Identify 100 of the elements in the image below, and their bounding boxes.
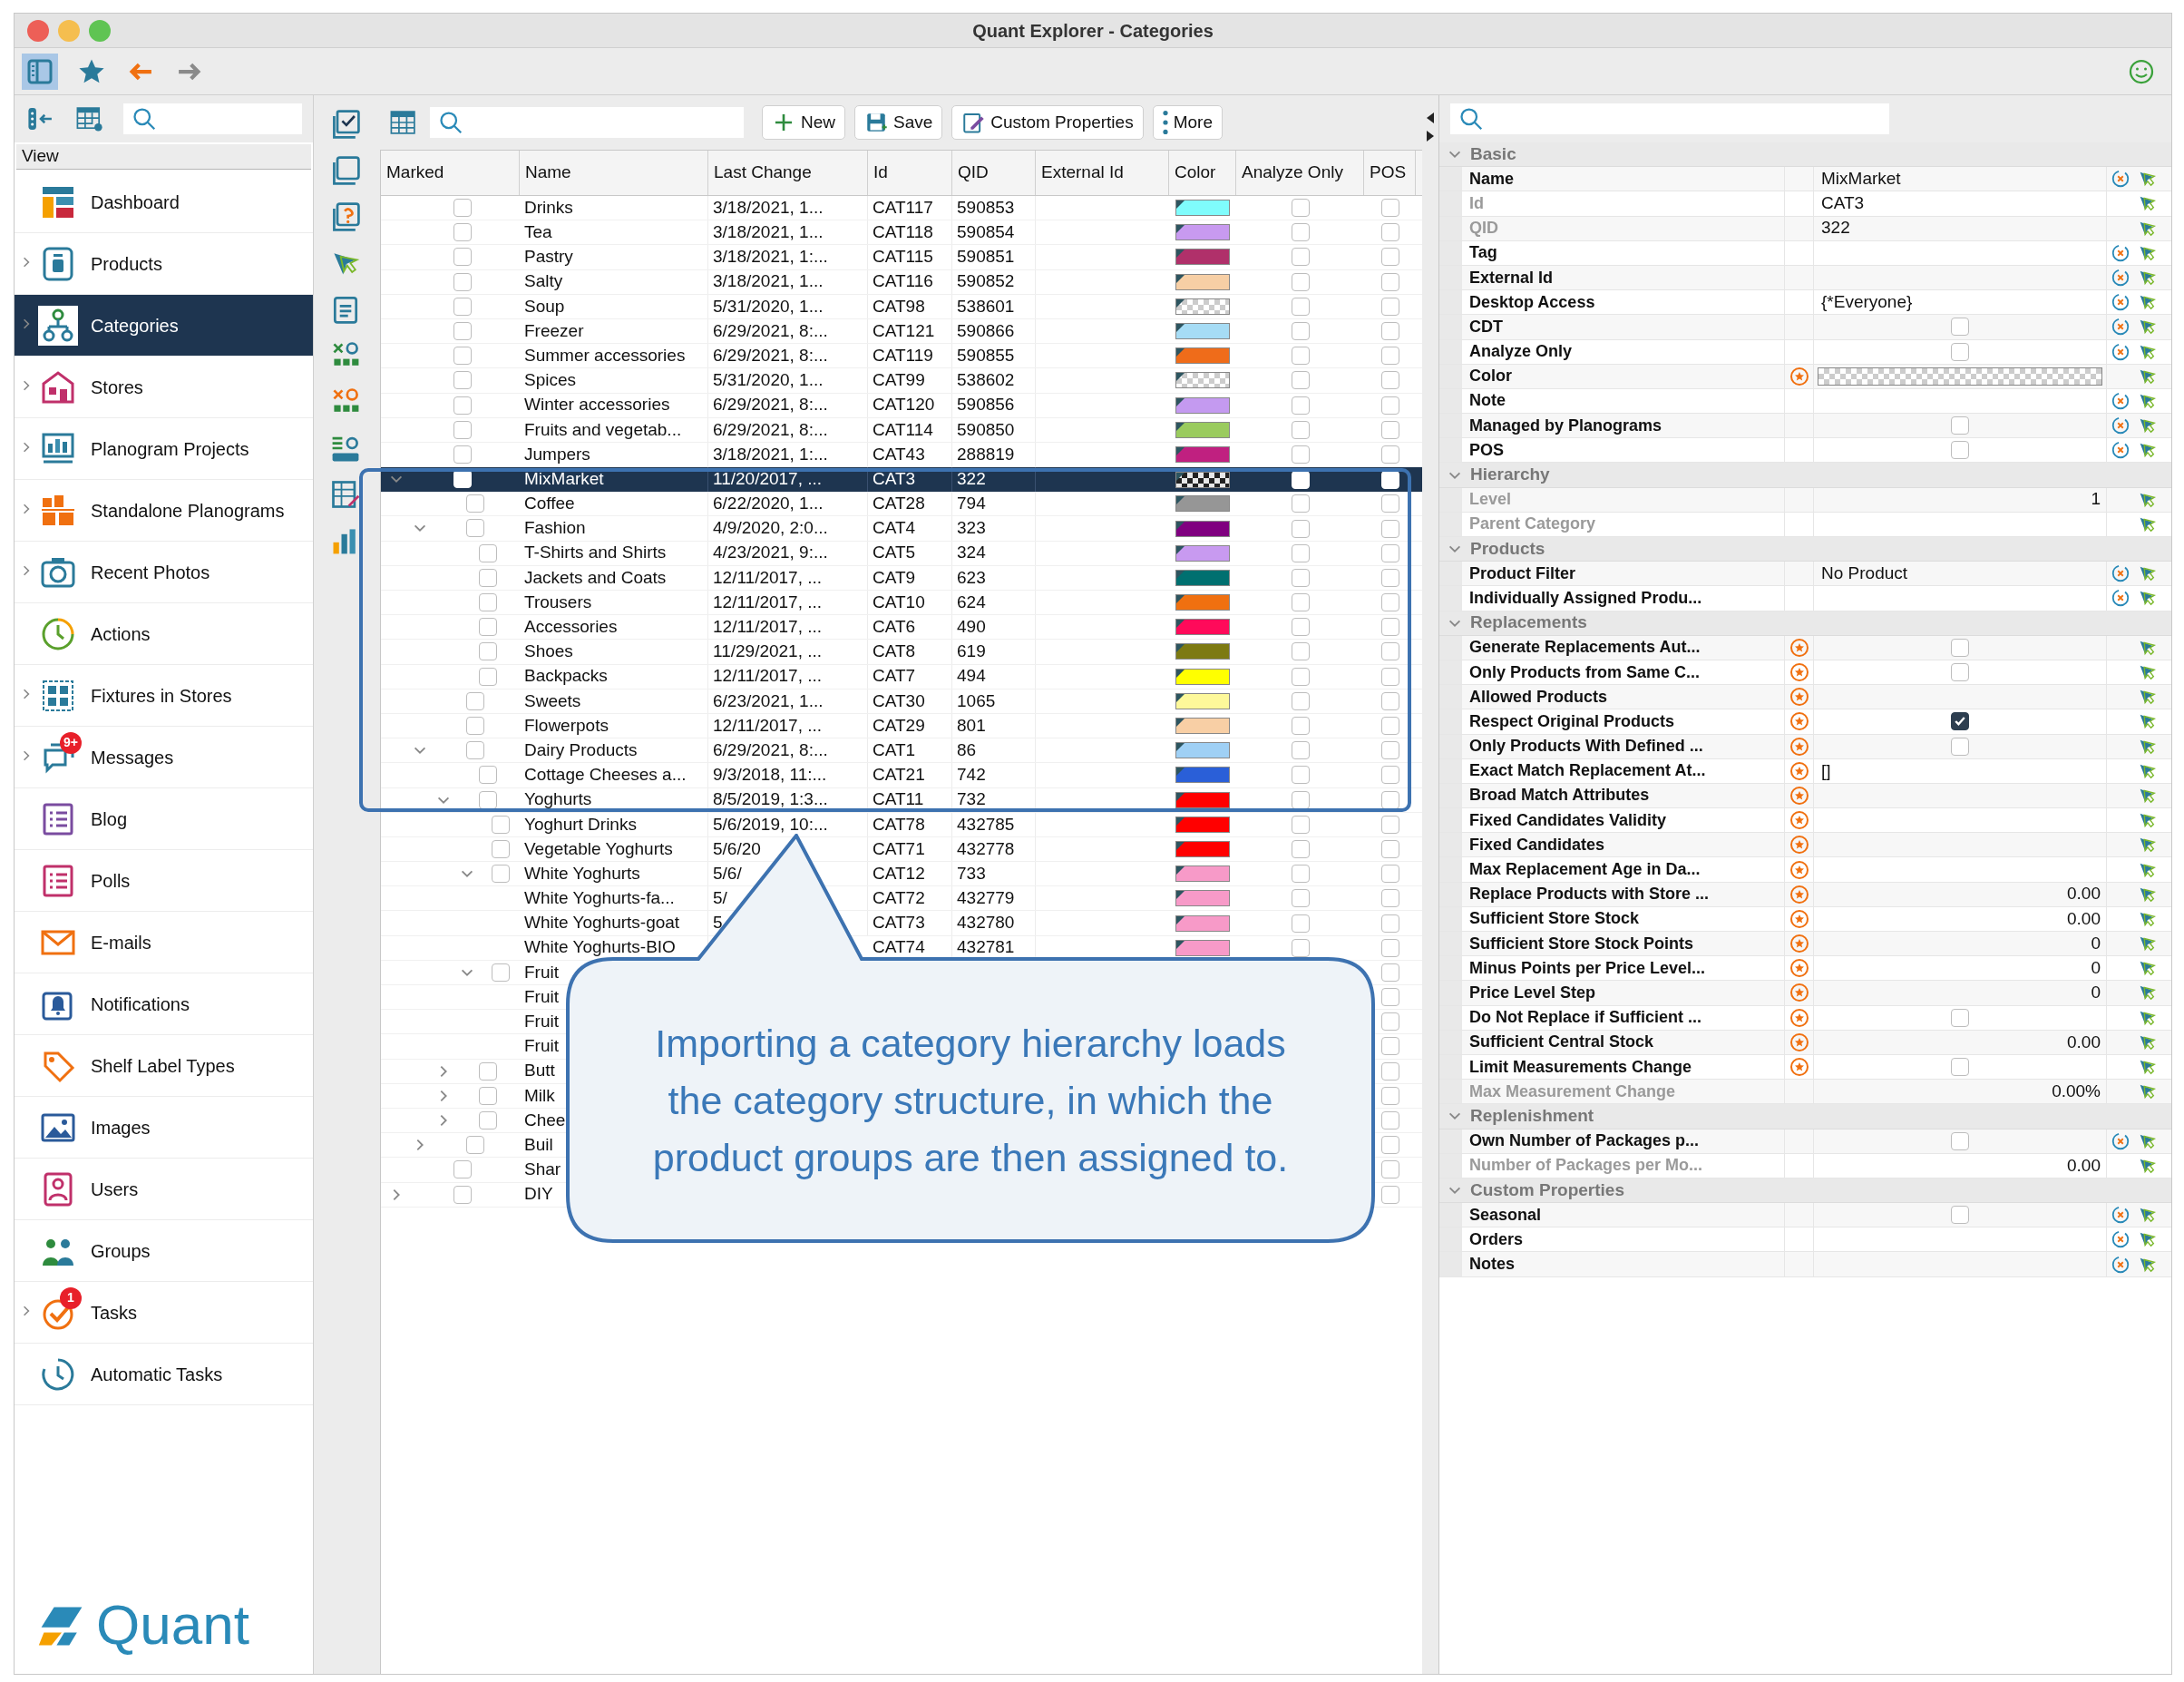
checkbox[interactable]	[492, 815, 510, 834]
star-circle-icon[interactable]	[1788, 636, 1810, 659]
checkbox[interactable]	[1380, 1061, 1399, 1081]
checkbox[interactable]	[1951, 1206, 1969, 1225]
checkbox[interactable]	[1951, 1058, 1969, 1077]
checkbox[interactable]	[1291, 691, 1310, 710]
checkbox[interactable]	[1380, 963, 1399, 982]
star-circle-icon[interactable]	[1788, 759, 1810, 782]
toolbar-button[interactable]: More	[1152, 105, 1223, 140]
table-row[interactable]: Drinks 3/18/2021, 1... CAT117 590853	[381, 196, 1422, 221]
checkbox[interactable]	[1380, 1185, 1399, 1204]
checkbox[interactable]	[466, 716, 484, 735]
checkbox[interactable]	[1291, 642, 1310, 661]
property-row[interactable]: Minus Points per Price Level... 0	[1439, 956, 2171, 982]
table-row[interactable]: Sweets 6/23/2021, 1... CAT30 1065	[381, 689, 1422, 714]
property-row[interactable]: Fixed Candidates Validity	[1439, 808, 2171, 834]
table-row[interactable]: T-Shirts and Shirts 4/23/2021, 9:... CAT5 324	[381, 541, 1422, 566]
clear-icon[interactable]	[2110, 242, 2130, 263]
star-circle-icon[interactable]	[1788, 686, 1810, 709]
color-swatch[interactable]	[1175, 445, 1230, 463]
table-row[interactable]: Winter accessories 6/29/2021, 8:... CAT120 590856	[381, 393, 1422, 418]
property-row[interactable]: Analyze Only	[1439, 339, 2171, 365]
property-row[interactable]: Seasonal	[1439, 1203, 2171, 1228]
checkbox[interactable]	[479, 790, 497, 809]
checkbox[interactable]	[466, 691, 484, 710]
checkbox[interactable]	[1380, 741, 1399, 760]
table-row[interactable]: Flowerpots 12/11/2017, ... CAT29 801	[381, 713, 1422, 739]
checkbox[interactable]	[1380, 272, 1399, 291]
property-row[interactable]: Managed by Planograms	[1439, 414, 2171, 439]
checkbox[interactable]	[1291, 543, 1310, 562]
color-swatch[interactable]	[1175, 249, 1230, 266]
clear-icon[interactable]	[2110, 268, 2130, 288]
clear-icon[interactable]	[2110, 169, 2130, 190]
color-swatch[interactable]	[1175, 347, 1230, 365]
property-row[interactable]: Notes	[1439, 1252, 2171, 1277]
checkbox[interactable]	[1291, 766, 1310, 785]
color-swatch[interactable]	[1175, 421, 1230, 438]
clear-icon[interactable]	[2110, 1229, 2130, 1250]
property-row[interactable]: Individually Assigned Produ...	[1439, 586, 2171, 611]
checkbox[interactable]	[1380, 371, 1399, 390]
color-swatch[interactable]	[1818, 367, 2102, 386]
checkbox[interactable]	[1380, 1160, 1399, 1179]
checkbox[interactable]	[479, 667, 497, 686]
property-row[interactable]: Max Replacement Age in Da...	[1439, 857, 2171, 883]
clear-icon[interactable]	[2110, 1254, 2130, 1275]
checkbox[interactable]	[1380, 790, 1399, 809]
checkbox[interactable]	[1951, 416, 1969, 435]
color-swatch[interactable]	[1175, 939, 1230, 956]
checkbox[interactable]	[1951, 1008, 1969, 1027]
clear-icon[interactable]	[2110, 1130, 2130, 1151]
section-header[interactable]: Replacements	[1439, 611, 2171, 636]
property-row[interactable]: Allowed Products	[1439, 685, 2171, 710]
star-circle-icon[interactable]	[1788, 858, 1810, 881]
clear-icon[interactable]	[2110, 341, 2130, 362]
checkbox[interactable]	[1380, 519, 1399, 538]
column-header[interactable]: POS	[1364, 151, 1416, 195]
section-header[interactable]: Products	[1439, 537, 2171, 562]
property-row[interactable]: Limit Measurements Change	[1439, 1054, 2171, 1081]
smiley-icon[interactable]	[2128, 57, 2155, 85]
table-row[interactable]: Trousers 12/11/2017, ... CAT10 624	[381, 591, 1422, 616]
checkbox[interactable]	[1291, 371, 1310, 390]
checkbox[interactable]	[492, 865, 510, 884]
checkbox[interactable]	[453, 297, 472, 316]
checkbox[interactable]	[453, 445, 472, 464]
property-row[interactable]: Only Products from Same C...	[1439, 660, 2171, 686]
property-row[interactable]: Sufficient Store Stock 0.00	[1439, 906, 2171, 932]
checkbox[interactable]	[1380, 889, 1399, 908]
toolbar-button[interactable]: New	[762, 105, 845, 140]
clear-icon[interactable]	[2110, 1205, 2130, 1226]
checkbox[interactable]	[1951, 737, 1969, 756]
checkbox[interactable]	[1380, 667, 1399, 686]
table-row[interactable]: Fruits and vegetab... 6/29/2021, 8:... CAT114 590850	[381, 417, 1422, 443]
star-circle-icon[interactable]	[1788, 1006, 1810, 1029]
checkbox[interactable]	[1380, 618, 1399, 637]
checkbox[interactable]	[1380, 642, 1399, 661]
checkbox[interactable]	[1291, 396, 1310, 415]
checkbox[interactable]	[1380, 445, 1399, 464]
color-swatch[interactable]	[1175, 890, 1230, 907]
star-circle-icon[interactable]	[1788, 907, 1810, 930]
property-row[interactable]: Sufficient Central Stock 0.00	[1439, 1030, 2171, 1055]
table-row[interactable]: Backpacks 12/11/2017, ... CAT7 494	[381, 664, 1422, 689]
table-row[interactable]: Accessories 12/11/2017, ... CAT6 490	[381, 615, 1422, 641]
property-row[interactable]: Price Level Step 0	[1439, 981, 2171, 1006]
checkbox[interactable]	[1380, 1086, 1399, 1105]
property-row[interactable]: POS	[1439, 438, 2171, 464]
checkbox[interactable]	[1291, 618, 1310, 637]
search-field[interactable]	[1450, 103, 1889, 134]
table-row[interactable]: Pastry 3/18/2021, 1:... CAT115 590851	[381, 245, 1422, 270]
checkbox[interactable]	[1380, 1111, 1399, 1130]
checkbox[interactable]	[479, 543, 497, 562]
table-row[interactable]: Freezer 6/29/2021, 8:... CAT121 590866	[381, 318, 1422, 345]
color-swatch[interactable]	[1175, 396, 1230, 414]
clear-icon[interactable]	[2110, 563, 2130, 584]
checkbox[interactable]	[1291, 420, 1310, 439]
checkbox[interactable]	[1291, 593, 1310, 612]
checkbox[interactable]	[1380, 494, 1399, 513]
table-row[interactable]: Spices 5/31/2020, 1... CAT99 538602	[381, 368, 1422, 394]
color-swatch[interactable]	[1175, 840, 1230, 857]
checkbox[interactable]	[1291, 667, 1310, 686]
checkbox[interactable]	[1291, 790, 1310, 809]
